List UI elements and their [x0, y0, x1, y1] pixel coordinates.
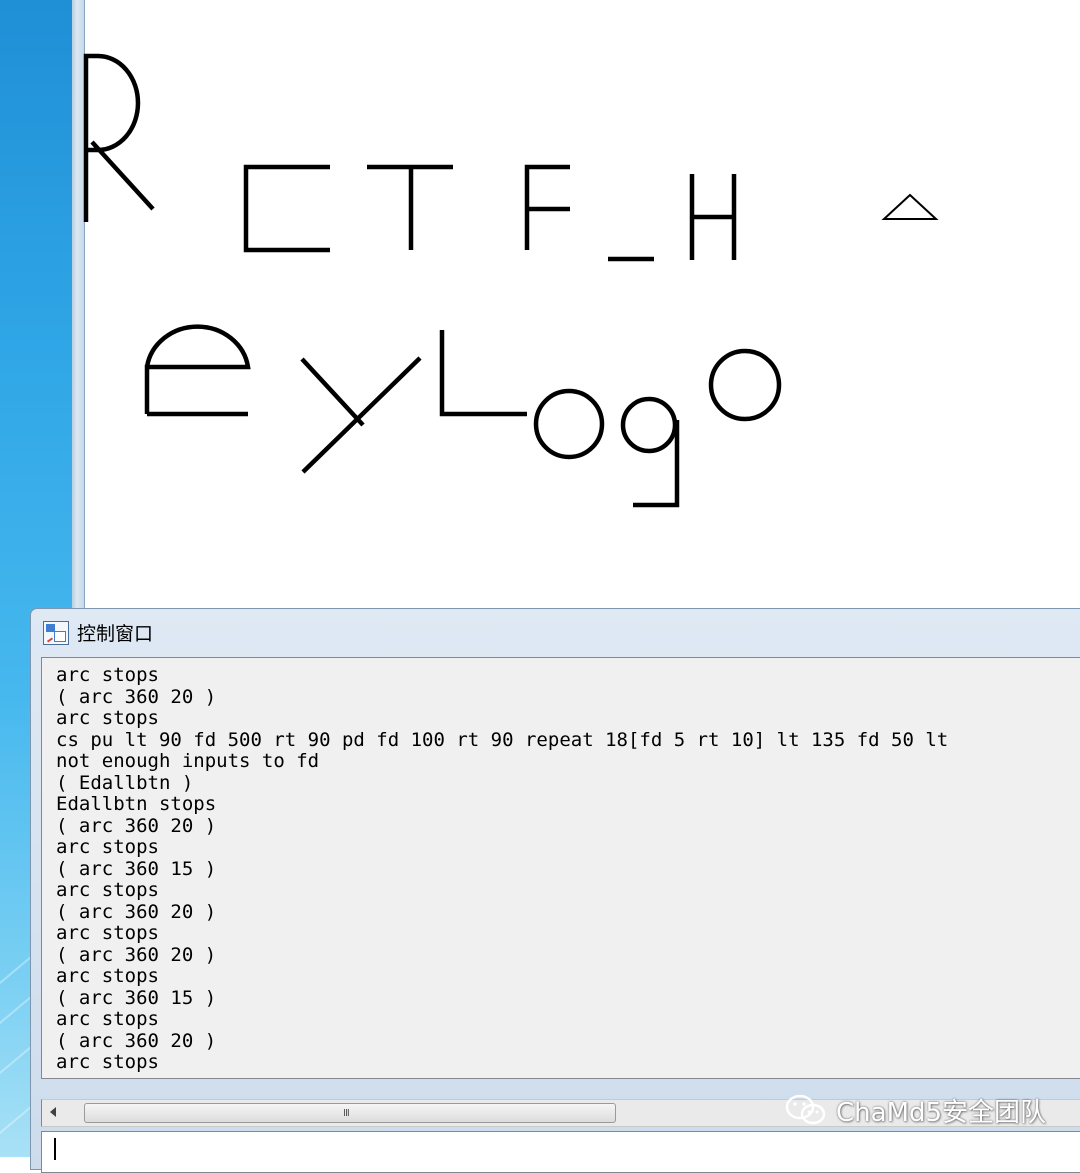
console-output[interactable]: arc stops( arc 360 20 ) arc stops cs pu lt… [41, 657, 1080, 1079]
letter-f-stroke [524, 164, 570, 250]
console-line: ( arc 360 20 ) [56, 943, 217, 966]
console-line: arc stops [56, 879, 159, 901]
console-line: arc stops [56, 707, 159, 729]
letter-c-stroke [243, 164, 330, 253]
console-line: ( arc 360 20 ) [56, 685, 217, 708]
console-line: ( arc 360 15 ) [56, 857, 217, 880]
wechat-icon [785, 1094, 826, 1125]
scrollbar-grip: III [343, 1108, 350, 1119]
console-line: Edallbtn stops [56, 793, 217, 815]
console-line: arc stops [56, 664, 159, 686]
letter-l-stroke [439, 330, 527, 417]
console-line: cs pu lt 90 fd 500 rt 90 pd fd 100 rt 90… [56, 728, 949, 751]
console-line: arc stops [56, 922, 159, 944]
console-lines: arc stops( arc 360 20 ) arc stops cs pu lt… [56, 664, 949, 1074]
watermark-text: ChaMd5安全团队 [836, 1097, 1047, 1128]
letter-t-stroke [367, 164, 453, 250]
console-line: not enough inputs to fd [56, 750, 320, 772]
console-line: ( arc 360 15 ) [56, 986, 217, 1009]
logo-app-icon [43, 621, 69, 645]
letter-g-bowl [620, 396, 678, 454]
letter-r-stroke [83, 53, 155, 222]
console-line: ( arc 360 20 ) [56, 1029, 217, 1052]
console-line: ( Edallbtn ) [56, 771, 194, 794]
turtle-drawing-canvas[interactable] [83, 0, 1080, 608]
command-input[interactable] [41, 1131, 1080, 1173]
scroll-left-arrow-icon[interactable] [50, 1107, 56, 1117]
letter-e-stroke [144, 324, 251, 417]
console-line: arc stops [56, 1051, 159, 1073]
console-line: arc stops [56, 1008, 159, 1030]
control-window: 控制窗口 arc stops( arc 360 20 ) arc stops cs … [30, 608, 1080, 1173]
control-window-title: 控制窗口 [77, 623, 154, 645]
letter-h-stroke [689, 174, 737, 260]
console-line: arc stops [56, 965, 159, 987]
console-line: ( arc 360 20 ) [56, 900, 217, 923]
letter-o-small-stroke [708, 348, 782, 422]
control-window-titlebar[interactable]: 控制窗口 [31, 609, 1080, 655]
watermark: ChaMd5安全团队 [784, 1090, 1046, 1130]
letter-y-stroke [300, 356, 422, 474]
turtle-cursor [881, 193, 939, 220]
turtle-drawing [83, 53, 939, 508]
console-line: ( arc 360 20 ) [56, 814, 217, 837]
letter-g-tail [633, 420, 680, 508]
console-line: arc stops [56, 836, 159, 858]
scrollbar-thumb[interactable]: III [84, 1103, 616, 1123]
letter-o-stroke [533, 388, 605, 460]
